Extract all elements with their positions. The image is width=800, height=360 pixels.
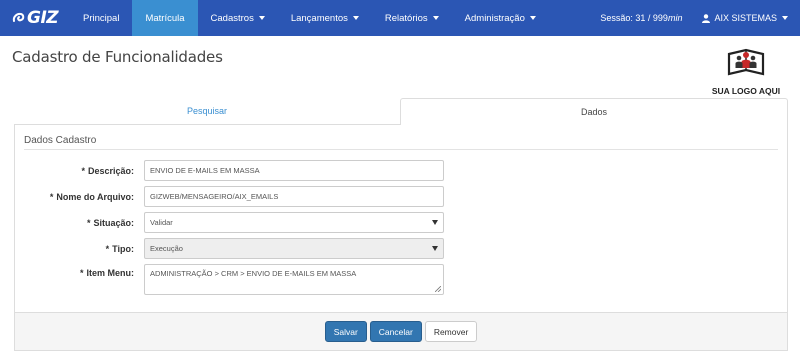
nome-arquivo-input[interactable]: GIZWEB/MENSAGEIRO/AIX_EMAILS — [144, 186, 444, 207]
nav-item-label: Relatórios — [384, 12, 428, 24]
form-footer: Salvar Cancelar Remover — [15, 312, 787, 350]
tab-pesquisar[interactable]: Pesquisar — [14, 98, 400, 125]
select-arrow-icon — [432, 246, 438, 251]
caret-down-icon — [782, 16, 788, 20]
descricao-label: * Descrição: — [15, 166, 144, 176]
resize-handle-icon[interactable] — [435, 286, 441, 292]
form-row-descricao: * Descrição: ENVIO DE E-MAILS EM MASSA — [15, 160, 444, 181]
remove-button[interactable]: Remover — [424, 321, 478, 342]
fieldset-divider — [24, 149, 778, 150]
form-row-nome-arquivo: * Nome do Arquivo: GIZWEB/MENSAGEIRO/AIX_… — [15, 186, 444, 207]
tab-label: Dados — [580, 107, 607, 117]
page-title: Cadastro de Funcionalidades — [12, 48, 223, 66]
user-menu[interactable]: AIX SISTEMAS — [694, 0, 800, 36]
cancel-button[interactable]: Cancelar — [369, 321, 422, 342]
form-row-item-menu: * Item Menu: ADMINISTRAÇÃO > CRM > ENVIO … — [15, 264, 444, 295]
tipo-label-text: Tipo: — [112, 243, 134, 254]
nav-item-label: Cadastros — [210, 12, 254, 24]
caret-down-icon — [352, 16, 359, 20]
tipo-value: Execução — [150, 244, 183, 253]
tab-bar: Pesquisar Dados — [14, 98, 788, 125]
top-navbar: GIZ Principal Matrícula Cadastros Lançam… — [0, 0, 800, 36]
nav-item-cadastros[interactable]: Cadastros — [198, 0, 278, 36]
caret-down-icon — [432, 16, 439, 20]
situacao-value: Validar — [150, 218, 173, 227]
item-menu-value: ADMINISTRAÇÃO > CRM > ENVIO DE E-MAILS E… — [150, 269, 357, 278]
nav-item-label: Principal — [83, 12, 120, 24]
save-button[interactable]: Salvar — [324, 321, 367, 342]
nav-item-principal[interactable]: Principal — [70, 0, 132, 36]
select-arrow-icon — [432, 220, 438, 225]
required-mark: * — [105, 243, 110, 254]
nav-item-label: Lançamentos — [290, 12, 348, 24]
logo-text: GIZ — [27, 8, 59, 28]
session-label: Sessão: 31 / 999 — [600, 13, 668, 23]
required-mark: * — [81, 165, 85, 176]
session-unit: min — [667, 13, 683, 23]
people-book-icon — [727, 48, 765, 76]
descricao-label-text: Descrição: — [87, 165, 134, 176]
situacao-label: * Situação: — [15, 218, 144, 228]
user-icon — [702, 13, 711, 23]
nome-arquivo-value: GIZWEB/MENSAGEIRO/AIX_EMAILS — [150, 192, 279, 201]
swirl-logo-icon — [12, 12, 25, 22]
form-row-tipo: * Tipo: Execução — [15, 238, 444, 259]
form-panel: Dados Cadastro * Descrição: ENVIO DE E-MA… — [14, 125, 788, 351]
fieldset-legend: Dados Cadastro — [24, 135, 97, 146]
tab-label: Pesquisar — [186, 106, 228, 116]
brand-caption: SUA LOGO AQUI — [711, 86, 781, 96]
tab-dados[interactable]: Dados — [400, 98, 788, 125]
nome-arquivo-label: * Nome do Arquivo: — [15, 192, 144, 202]
nav-item-label: Matrícula — [145, 12, 185, 24]
caret-down-icon — [258, 16, 265, 20]
required-mark: * — [49, 191, 54, 202]
tipo-select: Execução — [144, 238, 444, 259]
brand-logo: SUA LOGO AQUI — [706, 44, 786, 96]
situacao-select[interactable]: Validar — [144, 212, 444, 233]
nav-item-matricula[interactable]: Matrícula — [132, 0, 198, 36]
descricao-input[interactable]: ENVIO DE E-MAILS EM MASSA — [144, 160, 444, 181]
situacao-label-text: Situação: — [93, 217, 134, 228]
tipo-label: * Tipo: — [15, 244, 144, 254]
nav-item-relatorios[interactable]: Relatórios — [372, 0, 452, 36]
app-logo[interactable]: GIZ — [0, 0, 70, 36]
item-menu-label: * Item Menu: — [15, 264, 144, 278]
session-timer: Sessão: 31 / 999 min — [588, 0, 694, 36]
nav-item-lancamentos[interactable]: Lançamentos — [278, 0, 372, 36]
item-menu-label-text: Item Menu: — [86, 268, 134, 278]
item-menu-textarea[interactable]: ADMINISTRAÇÃO > CRM > ENVIO DE E-MAILS E… — [144, 264, 444, 295]
nav-item-label: Administração — [464, 12, 525, 24]
form-row-situacao: * Situação: Validar — [15, 212, 444, 233]
required-mark: * — [86, 217, 91, 228]
nome-arquivo-label-text: Nome do Arquivo: — [56, 191, 134, 202]
caret-down-icon — [529, 16, 536, 20]
nav-item-administracao[interactable]: Administração — [452, 0, 549, 36]
required-mark: * — [79, 268, 84, 278]
user-name: AIX SISTEMAS — [714, 13, 777, 23]
descricao-value: ENVIO DE E-MAILS EM MASSA — [150, 166, 260, 175]
